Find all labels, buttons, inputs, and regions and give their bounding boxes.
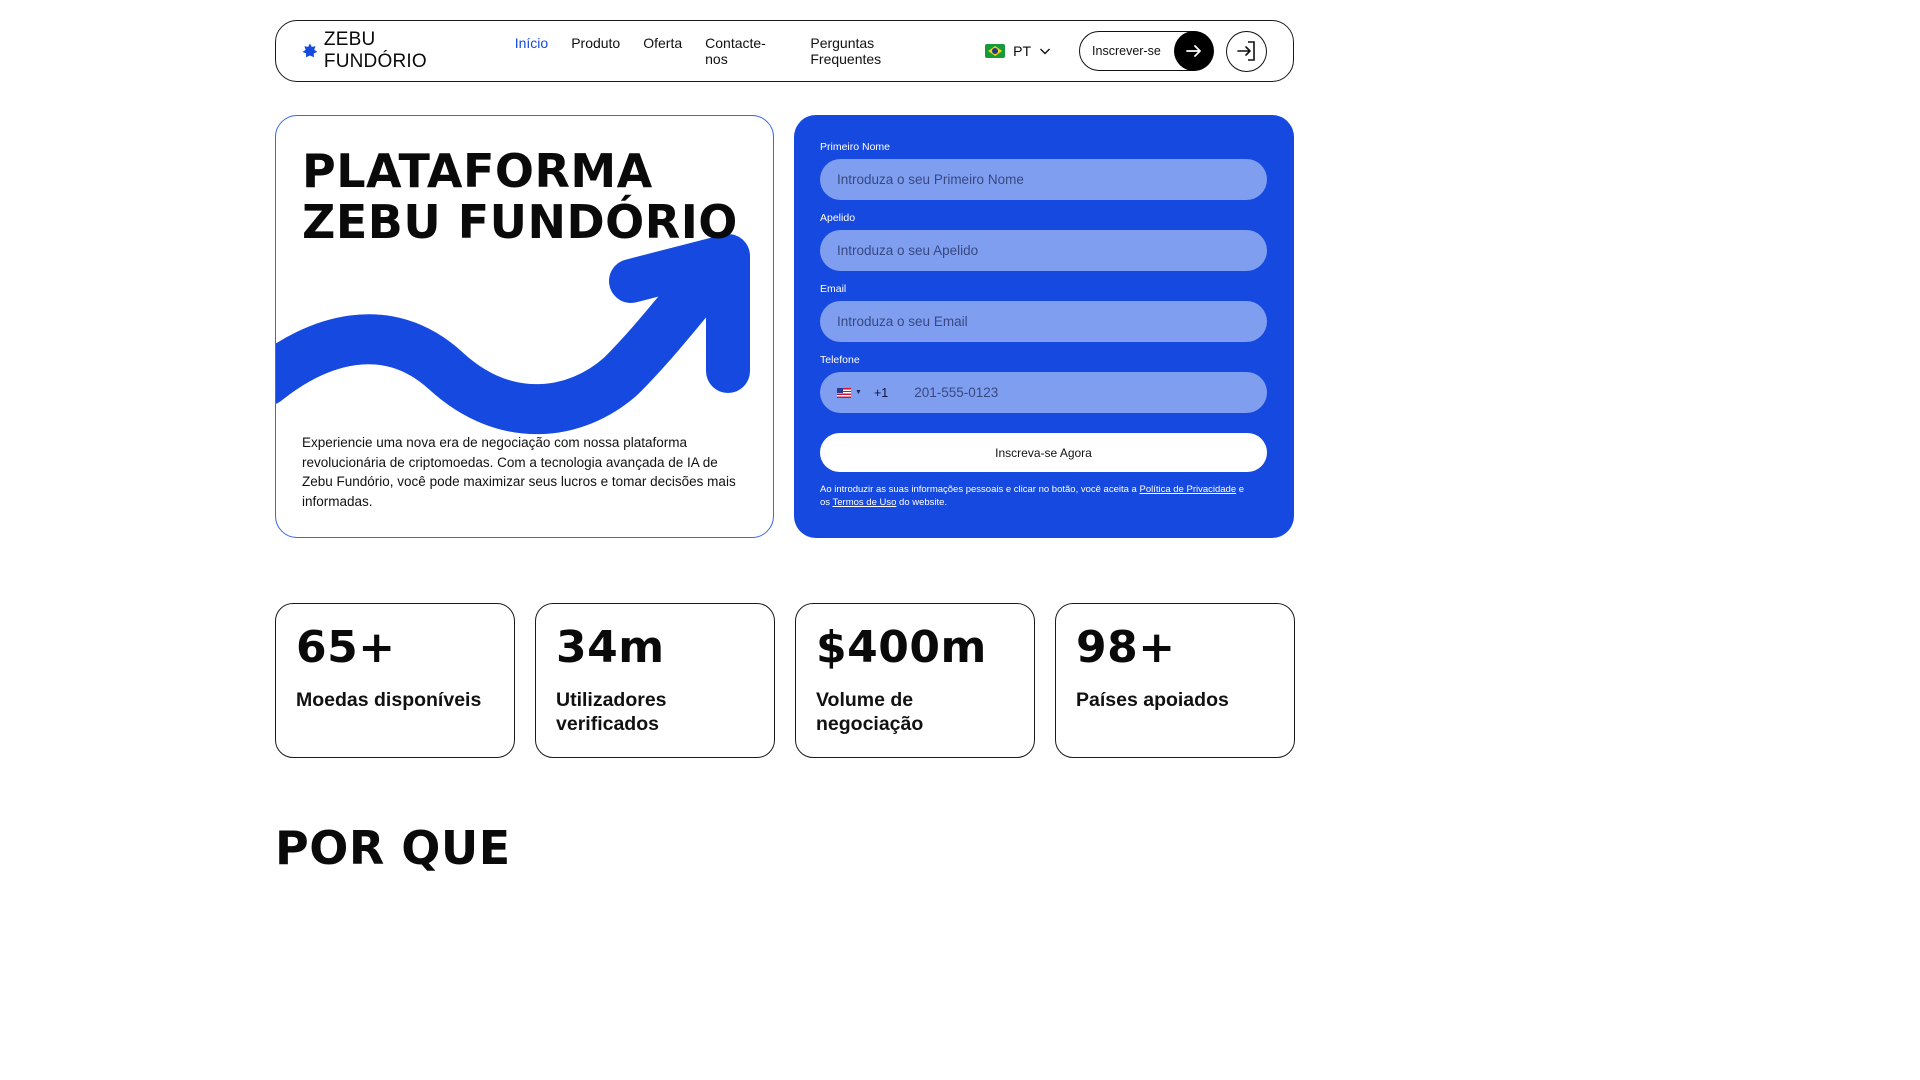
- hero-title-line2: ZEBU FUNDÓRIO: [302, 195, 738, 249]
- stat-value: 65+: [296, 622, 396, 673]
- hero-title-line1: PLATAFORMA: [302, 144, 653, 198]
- caret-down-icon[interactable]: ▼: [855, 389, 862, 396]
- stat-value: 34m: [556, 622, 665, 673]
- stat-label: Moedas disponíveis: [296, 689, 482, 711]
- stat-label: Utilizadores verificados: [556, 689, 667, 735]
- consent-prefix: Ao introduzir as suas informações pessoa…: [820, 484, 1140, 495]
- chevron-down-icon: [1040, 48, 1051, 55]
- nav-link-faq[interactable]: Perguntas Frequentes: [810, 35, 947, 67]
- consent-suffix: do website.: [896, 497, 948, 508]
- stat-label: Países apoiados: [1076, 689, 1229, 711]
- nav-link-oferta[interactable]: Oferta: [643, 35, 682, 67]
- brazil-flag-icon: [985, 44, 1006, 58]
- phone-label: Telefone: [820, 354, 860, 366]
- section-title: POR QUE: [275, 821, 511, 875]
- email-label: Email: [820, 283, 847, 295]
- stat-card: 65+ Moedas disponíveis: [275, 603, 515, 758]
- first-name-label: Primeiro Nome: [820, 141, 891, 153]
- signup-label: Inscrever-se: [1092, 44, 1161, 58]
- brand-name: ZEBU FUNDÓRIO: [323, 29, 427, 72]
- navbar: ZEBU FUNDÓRIO Início Produto Oferta Cont…: [275, 20, 1294, 82]
- phone-input[interactable]: [914, 385, 1250, 400]
- login-icon: [1236, 41, 1255, 61]
- dial-code: +1: [873, 385, 889, 400]
- hero-description: Experiencie uma nova era de negociação c…: [302, 435, 736, 509]
- page: ZEBU FUNDÓRIO Início Produto Oferta Cont…: [0, 0, 1568, 882]
- phone-field: ▼ +1: [820, 372, 1267, 413]
- language-selector[interactable]: PT: [985, 43, 1051, 59]
- stat-value: $400m: [816, 622, 987, 673]
- last-name-input[interactable]: [820, 230, 1267, 271]
- nav-link-inicio[interactable]: Início: [515, 35, 548, 67]
- nav-links: Início Produto Oferta Contacte-nos Pergu…: [515, 35, 947, 67]
- login-button[interactable]: [1226, 30, 1267, 72]
- terms-link[interactable]: Termos de Uso: [833, 497, 897, 508]
- stat-card: 98+ Países apoiados: [1055, 603, 1295, 758]
- submit-button[interactable]: Inscreva-se Agora: [820, 433, 1267, 472]
- hero-title: PLATAFORMA ZEBU FUNDÓRIO: [302, 146, 738, 248]
- brand[interactable]: ZEBU FUNDÓRIO: [302, 29, 483, 73]
- us-flag-icon[interactable]: [837, 387, 851, 398]
- first-name-input[interactable]: [820, 159, 1267, 200]
- stat-value: 98+: [1076, 622, 1176, 673]
- language-code: PT: [1013, 43, 1032, 59]
- hero-card: PLATAFORMA ZEBU FUNDÓRIO Experiencie uma…: [275, 115, 774, 538]
- stat-card: 34m Utilizadores verificados: [535, 603, 775, 758]
- star-icon: [302, 43, 318, 58]
- privacy-policy-link[interactable]: Política de Privacidade: [1139, 484, 1236, 495]
- nav-link-contacte[interactable]: Contacte-nos: [705, 35, 787, 67]
- consent-text: Ao introduzir as suas informações pessoa…: [820, 483, 1250, 509]
- signup-button[interactable]: Inscrever-se: [1079, 31, 1214, 71]
- arrow-right-icon: [1173, 31, 1214, 71]
- stat-card: $400m Volume de negociação: [795, 603, 1035, 758]
- stat-label: Volume de negociação: [816, 689, 924, 735]
- nav-link-produto[interactable]: Produto: [571, 35, 620, 67]
- signup-form: Primeiro Nome Apelido Email Telefone ▼ +…: [794, 115, 1294, 538]
- last-name-label: Apelido: [820, 212, 856, 224]
- stats-row: 65+ Moedas disponíveis 34m Utilizadores …: [275, 603, 1295, 758]
- email-input[interactable]: [820, 301, 1267, 342]
